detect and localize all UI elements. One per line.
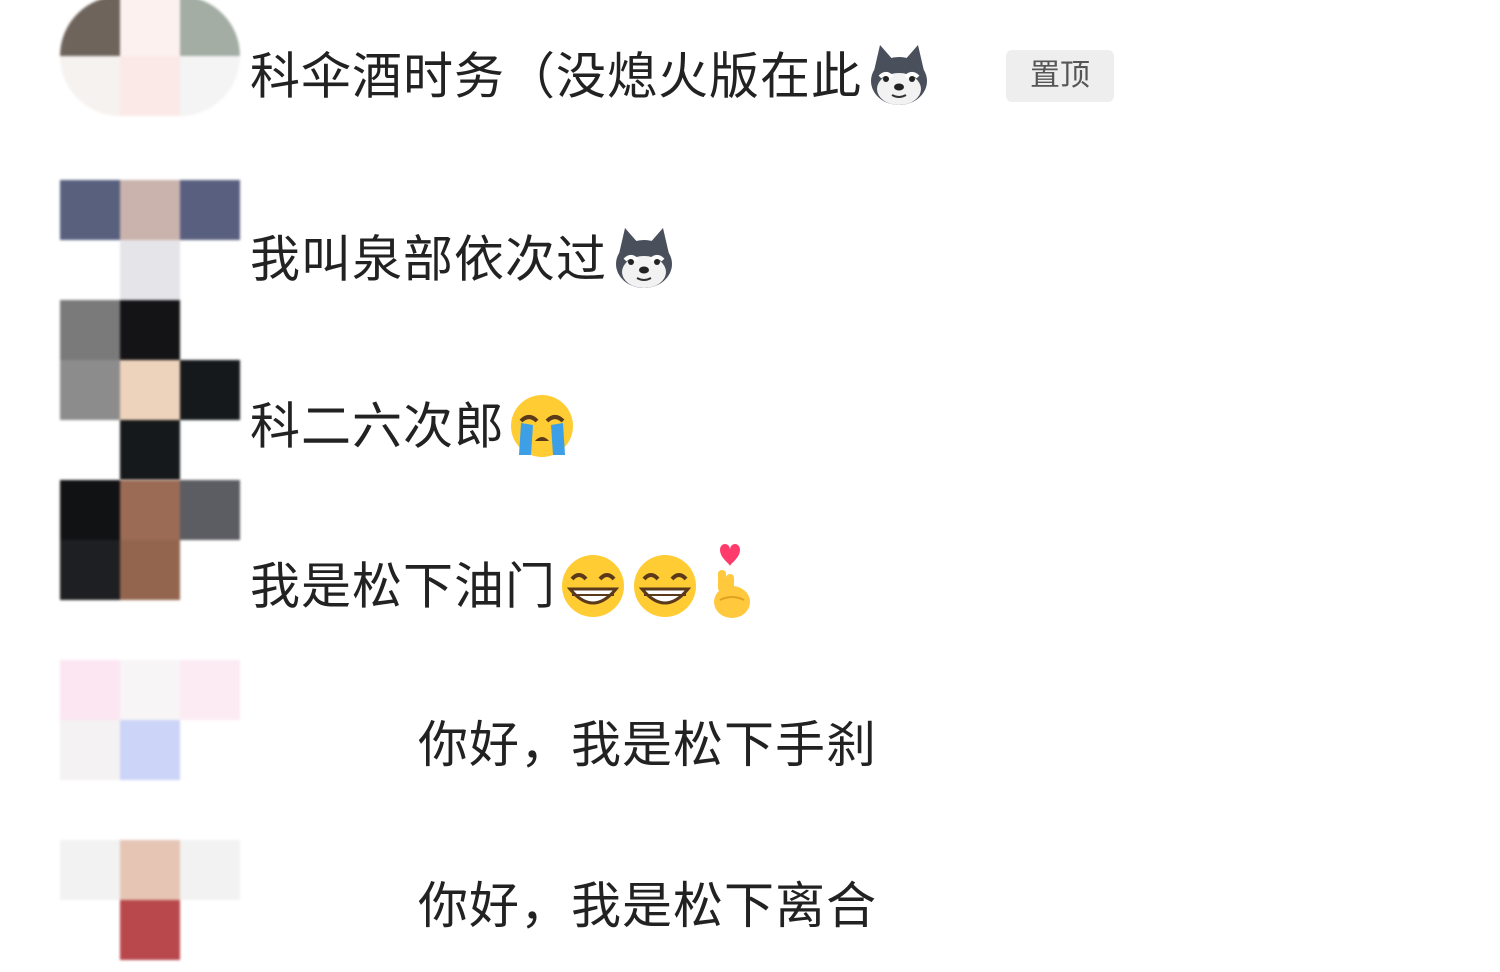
grinning-face-emoji	[558, 551, 628, 621]
chat-list-item[interactable]: 你好，我是松下手刹	[0, 660, 1500, 800]
avatar-pixel	[60, 420, 120, 480]
avatar-pixel	[60, 900, 120, 960]
avatar-pixel	[60, 180, 120, 240]
avatar-pixel	[180, 660, 240, 720]
chat-name: 科伞酒时务（没熄火版在此	[250, 47, 862, 106]
avatar-pixel	[180, 0, 240, 56]
finger-heart-emoji	[702, 540, 758, 620]
avatar-pixel	[180, 720, 240, 780]
avatar-pixel	[120, 840, 180, 900]
avatar-pixel	[60, 720, 120, 780]
avatar-pixel	[180, 480, 240, 540]
avatar-pixel	[180, 840, 240, 900]
avatar[interactable]	[60, 0, 240, 116]
chat-name: 你好，我是松下手刹	[418, 716, 877, 774]
avatar-pixel	[180, 300, 240, 360]
avatar-pixel	[120, 180, 180, 240]
chat-list-item[interactable]: 我叫泉部依次过	[0, 170, 1500, 300]
avatar-pixel	[120, 0, 180, 56]
avatar-pixel	[120, 480, 180, 540]
avatar[interactable]	[60, 180, 240, 300]
avatar-pixel	[120, 56, 180, 116]
avatar-pixel	[60, 480, 120, 540]
avatar-pixel	[60, 540, 120, 600]
avatar-pixel	[180, 240, 240, 300]
chat-name: 科二六次郎	[250, 397, 505, 456]
avatar-pixel	[120, 720, 180, 780]
chat-name-row: 科伞酒时务（没熄火版在此	[250, 45, 934, 115]
chat-list-item[interactable]: 你好，我是松下离合	[0, 840, 1500, 972]
avatar-pixel	[60, 360, 120, 420]
avatar[interactable]	[60, 660, 240, 780]
chat-list-item[interactable]: 科伞酒时务（没熄火版在此 置顶	[0, 0, 1500, 140]
avatar-pixel	[120, 360, 180, 420]
avatar-pixel	[180, 900, 240, 960]
avatar-pixel	[120, 240, 180, 300]
avatar[interactable]	[60, 840, 240, 960]
avatar-pixel	[60, 240, 120, 300]
avatar-pixel	[60, 0, 120, 56]
avatar-pixel	[180, 540, 240, 600]
avatar-pixel	[180, 180, 240, 240]
avatar-pixel	[180, 360, 240, 420]
avatar-pixel	[60, 660, 120, 720]
chat-name: 你好，我是松下离合	[418, 877, 877, 935]
avatar-pixel	[60, 56, 120, 116]
avatar-pixel	[120, 420, 180, 480]
chat-name: 我叫泉部依次过	[250, 230, 607, 289]
chat-name: 我是松下油门	[250, 557, 556, 616]
crying-face-emoji	[507, 391, 577, 461]
avatar-pixel	[120, 900, 180, 960]
chat-list-item[interactable]: 我是松下油门	[0, 480, 1500, 620]
avatar-pixel	[60, 300, 120, 360]
pinned-badge: 置顶	[1006, 50, 1114, 102]
avatar-pixel	[120, 540, 180, 600]
chat-name-row: 我是松下油门	[250, 544, 758, 630]
chat-name-row: 你好，我是松下离合	[418, 876, 877, 936]
grinning-face-emoji	[630, 551, 700, 621]
chat-name-row: 你好，我是松下手刹	[418, 715, 877, 775]
avatar-pixel	[120, 300, 180, 360]
avatar[interactable]	[60, 480, 240, 600]
avatar-pixel	[180, 420, 240, 480]
chat-name-row: 科二六次郎	[250, 395, 577, 465]
chat-list-item[interactable]: 科二六次郎	[0, 300, 1500, 480]
husky-dog-emoji	[864, 41, 934, 111]
chat-name-row: 我叫泉部依次过	[250, 228, 679, 298]
avatar-pixel	[60, 840, 120, 900]
husky-dog-emoji	[609, 224, 679, 294]
avatar-pixel	[120, 660, 180, 720]
avatar[interactable]	[60, 300, 240, 480]
avatar-pixel	[180, 56, 240, 116]
